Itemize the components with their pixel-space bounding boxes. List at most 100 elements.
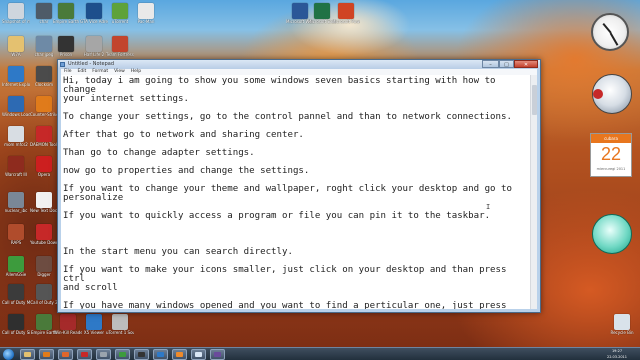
- taskbar-button-notepad[interactable]: [191, 349, 206, 360]
- menu-view[interactable]: View: [111, 69, 128, 74]
- desktop-icon[interactable]: Half Life 2: [80, 36, 108, 57]
- tray-date: 22.03.2011: [606, 355, 628, 359]
- notepad-titlebar[interactable]: Untitled - Notepad – □ ✕: [58, 60, 540, 69]
- desktop-icon-label: Pac-Man: [137, 19, 155, 24]
- desktop-icon-image: [138, 3, 154, 19]
- taskbar-app-icon: [138, 352, 145, 357]
- desktop-icon[interactable]: uTorrent: [106, 3, 134, 24]
- desktop-icon[interactable]: mom mfcs2: [2, 126, 30, 147]
- taskbar-button-firefox[interactable]: [58, 349, 73, 360]
- taskbar-app-icon: [119, 352, 126, 357]
- desktop-icon[interactable]: Win-Kill Reader: [54, 314, 82, 335]
- desktop-icon-image: [36, 126, 52, 142]
- clock-gadget[interactable]: [591, 13, 629, 51]
- desktop-icon[interactable]: Digger: [30, 256, 58, 277]
- menu-help[interactable]: Help: [128, 69, 144, 74]
- taskbar-button-app-orange[interactable]: [172, 349, 187, 360]
- editor-text[interactable]: Hi, today i am going to show you some wi…: [63, 76, 528, 309]
- desktop-icon[interactable]: W7A: [2, 36, 30, 57]
- desktop-icon-label: uTorrent: [111, 19, 129, 24]
- notepad-window[interactable]: Untitled - Notepad – □ ✕ File Edit Format V…: [57, 59, 541, 313]
- desktop-icon-image: [314, 3, 330, 19]
- network-meter-gadget[interactable]: [592, 214, 632, 254]
- tray-clock[interactable]: 19:27 22.03.2011: [597, 348, 637, 360]
- desktop-icon[interactable]: New Text Document: [30, 192, 58, 213]
- taskbar-button-app-purple[interactable]: [210, 349, 225, 360]
- desktop-icon[interactable]: Call of Duty Multiplayer: [2, 284, 30, 305]
- desktop-icon[interactable]: Team Fortress 2: [106, 36, 134, 57]
- desktop-icon-label: Internet Explorer: [2, 82, 30, 87]
- text-cursor-icon: I: [486, 203, 491, 211]
- taskbar-app-icon: [81, 352, 88, 357]
- desktop-icon-label: Half Life 2: [83, 52, 105, 57]
- desktop-icon-image: [36, 224, 52, 240]
- taskbar-button-app-gray[interactable]: [96, 349, 111, 360]
- desktop-icon-image: [36, 36, 52, 52]
- desktop-icon-image: [112, 314, 128, 330]
- taskbar-app-icon: [62, 352, 69, 357]
- desktop-icon[interactable]: Counter-Strike Source: [30, 96, 58, 117]
- desktop-icon-image: [36, 284, 52, 300]
- taskbar-button-explorer[interactable]: [20, 349, 35, 360]
- text-editor[interactable]: Hi, today i am going to show you some wi…: [61, 75, 530, 309]
- desktop-icon[interactable]: DAEMON Tools Pro: [30, 126, 58, 147]
- desktop-icon-label: Snapshot of me 9r: [2, 19, 30, 24]
- close-button[interactable]: ✕: [514, 60, 538, 68]
- menu-edit[interactable]: Edit: [75, 69, 90, 74]
- desktop-icon[interactable]: Empire Earth: [52, 3, 80, 24]
- desktop-icon[interactable]: Microsoft PowerPoint: [332, 3, 360, 24]
- desktop-icon-image: [8, 156, 24, 172]
- desktop-icon[interactable]: AllemGSie: [2, 256, 30, 277]
- vertical-scrollbar[interactable]: [530, 75, 537, 309]
- taskbar-button-app-red[interactable]: [77, 349, 92, 360]
- taskbar-button-media-player[interactable]: [39, 349, 54, 360]
- maximize-button[interactable]: □: [499, 60, 514, 68]
- desktop-icon-label: Microsoft PowerPoint: [332, 19, 360, 24]
- desktop-icon[interactable]: Internet Explorer: [2, 66, 30, 87]
- desktop-icon[interactable]: Warcraft III: [2, 156, 30, 177]
- desktop-icon-label: Youtube Downloader: [30, 240, 58, 245]
- desktop-icon[interactable]: Windows Loader v2.0: [2, 96, 30, 117]
- desktop-icon[interactable]: uTorrent 1 Sound: [106, 314, 134, 335]
- taskbar-app-icon: [100, 352, 107, 357]
- calendar-weekday: miercuregi 2011: [596, 167, 626, 171]
- desktop-icon-label: Win-Kill Reader: [54, 330, 82, 335]
- desktop-icon[interactable]: X5 Viewer: [80, 314, 108, 335]
- desktop-icon[interactable]: Pac-Man: [132, 3, 160, 24]
- desktop-icon[interactable]: Prison: [52, 36, 80, 57]
- calendar-gadget[interactable]: cubara 22 miercuregi 2011: [590, 133, 632, 177]
- desktop-icon[interactable]: Call of Duty Single Player: [2, 314, 30, 335]
- scrollbar-thumb[interactable]: [532, 85, 537, 115]
- desktop-icon-label: mom mfcs2: [4, 142, 28, 147]
- desktop-icon[interactable]: RAPS: [2, 224, 30, 245]
- desktop-icon[interactable]: Call of Duty 2: [30, 284, 58, 305]
- desktop-icon-label: Team Fortress 2: [106, 52, 134, 57]
- desktop-icon[interactable]: GTA Vice Adrenaline: [80, 3, 108, 24]
- start-button[interactable]: [3, 349, 14, 360]
- desktop-icon[interactable]: Recycle Bin: [608, 314, 636, 335]
- taskbar-button-app-green[interactable]: [115, 349, 130, 360]
- desktop-icon-image: [86, 36, 102, 52]
- desktop-icon[interactable]: Snapshot of me 9r: [2, 3, 30, 24]
- desktop-icon-image: [86, 314, 102, 330]
- desktop-icon-label: Recycle Bin: [610, 330, 634, 335]
- taskbar-app-icon: [43, 352, 50, 357]
- taskbar-button-app-blue[interactable]: [153, 349, 168, 360]
- taskbar-button-app-dark[interactable]: [134, 349, 149, 360]
- desktop-icon[interactable]: nuclear_ibc: [2, 192, 30, 213]
- taskbar-app-icon: [214, 352, 221, 357]
- minimize-button[interactable]: –: [482, 60, 499, 68]
- desktop-icon-image: [8, 3, 24, 19]
- menu-format[interactable]: Format: [89, 69, 111, 74]
- desktop-icon[interactable]: Opera: [30, 156, 58, 177]
- cpu-meter-gadget[interactable]: [592, 74, 632, 114]
- desktop-icon-image: [8, 284, 24, 300]
- desktop-icon-image: [8, 314, 24, 330]
- desktop-icon-label: X5 Viewer: [83, 330, 105, 335]
- desktop-icon-image: [112, 36, 128, 52]
- desktop-icon[interactable]: Clocksim: [30, 66, 58, 87]
- menu-file[interactable]: File: [61, 69, 75, 74]
- desktop-icon-image: [58, 36, 74, 52]
- desktop-icon[interactable]: Youtube Downloader: [30, 224, 58, 245]
- taskbar: 19:27 22.03.2011: [0, 347, 640, 360]
